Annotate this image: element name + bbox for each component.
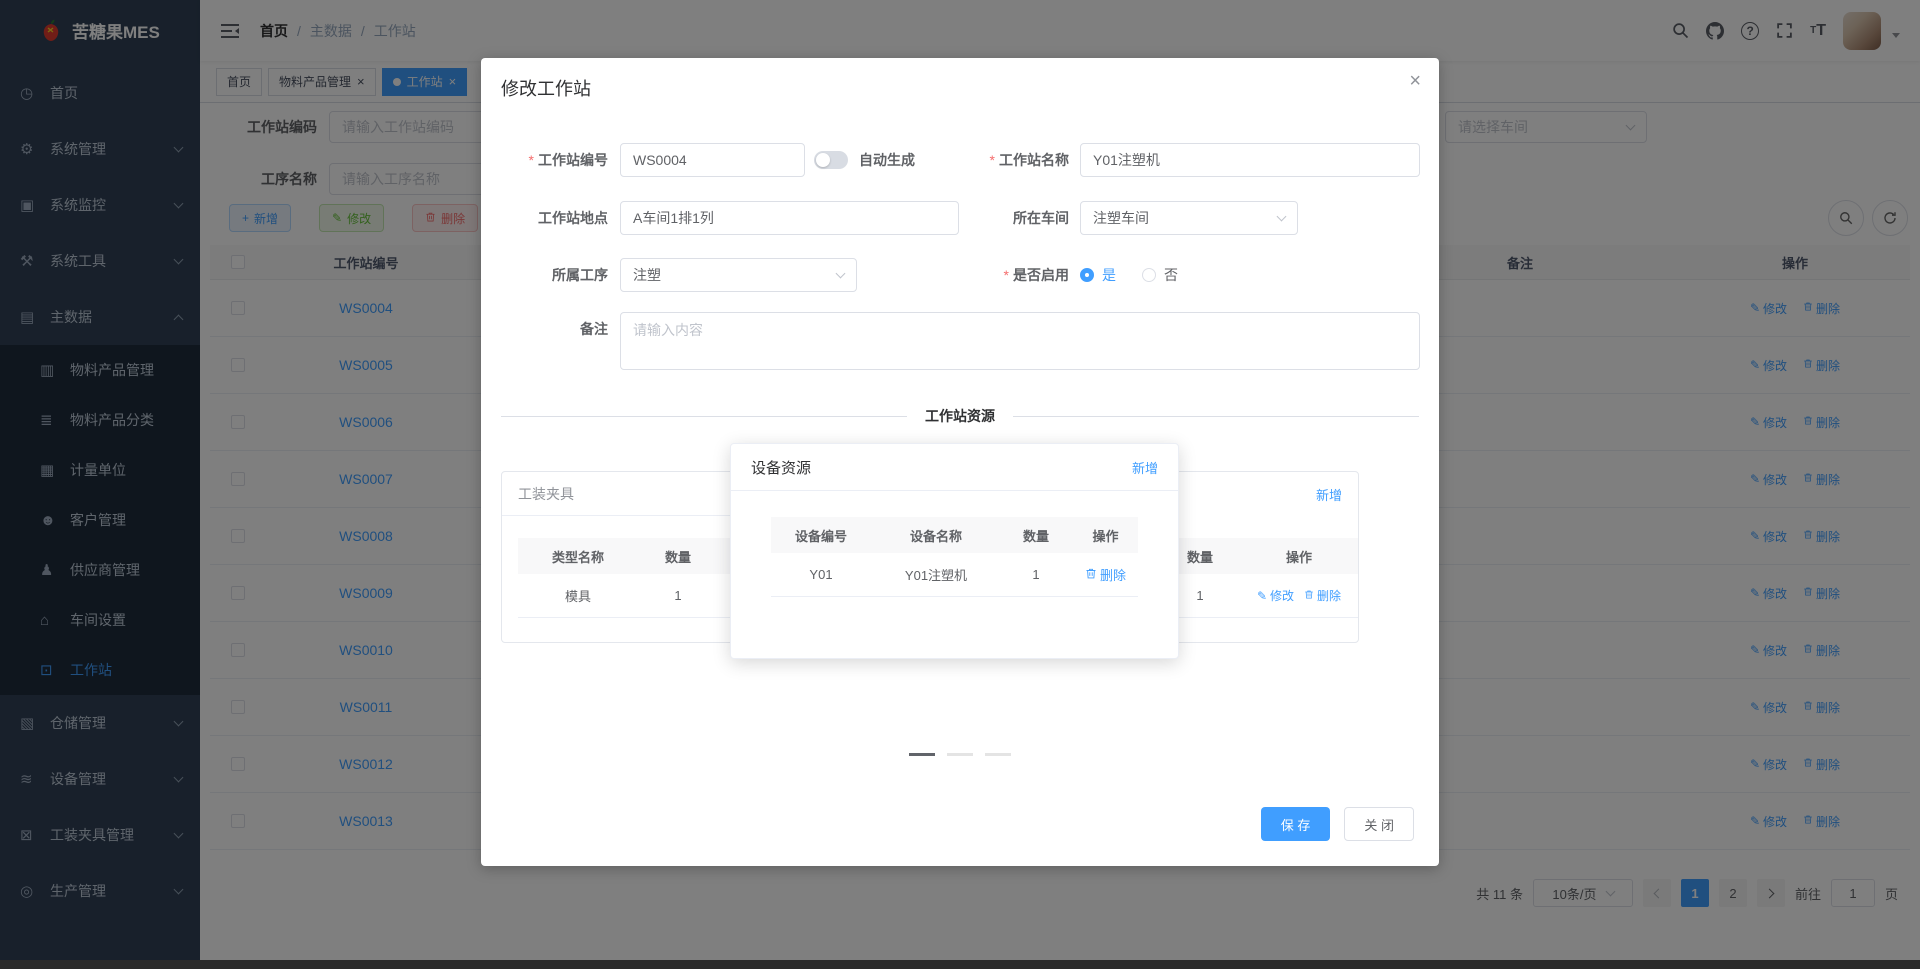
dialog-title: 修改工作站 xyxy=(501,79,591,99)
dialog-workshop-select[interactable]: 注塑车间 xyxy=(1080,201,1298,235)
radio-yes-label: 是 xyxy=(1102,267,1116,283)
radio-dot xyxy=(1080,268,1094,282)
col-qty-header: 数量 xyxy=(1022,528,1049,544)
chevron-down-icon xyxy=(835,268,846,279)
remark-textarea[interactable] xyxy=(620,312,1420,370)
remark-label: 备注 xyxy=(580,321,608,337)
toggle-knob xyxy=(816,153,830,167)
workshop-label: 所在车间 xyxy=(1013,210,1069,226)
trash-icon xyxy=(1085,567,1097,583)
col-type-header: 类型名称 xyxy=(551,549,604,565)
enabled-radio-group: 是 否 xyxy=(1080,258,1178,292)
required-asterisk: * xyxy=(528,152,534,168)
right-card-table-header: 数量 操作 xyxy=(1160,538,1358,574)
equipment-card-title: 设备资源 xyxy=(751,459,812,477)
resources-divider-label: 工作站资源 xyxy=(907,406,1013,426)
process-label: 所属工序 xyxy=(552,267,608,283)
col-equip-name-header: 设备名称 xyxy=(909,528,962,544)
right-edit-label: 修改 xyxy=(1270,589,1295,603)
pencil-icon: ✎ xyxy=(1256,588,1268,603)
code-label: * 工作站编号 xyxy=(528,152,608,168)
right-delete-label: 删除 xyxy=(1317,589,1342,603)
dialog-process-select[interactable]: 注塑 xyxy=(620,258,857,292)
required-asterisk: * xyxy=(989,152,995,168)
equip-code-cell: Y01 xyxy=(809,567,833,582)
chevron-down-icon xyxy=(1276,211,1287,222)
fixture-qty-cell: 1 xyxy=(674,588,682,603)
col-action-header: 操作 xyxy=(1092,528,1119,544)
right-edit-link[interactable]: ✎ 修改 xyxy=(1257,587,1294,604)
save-button[interactable]: 保 存 xyxy=(1260,807,1331,841)
resources-divider: 工作站资源 xyxy=(501,406,1419,428)
equipment-table-row: Y01 Y01注塑机 1 删除 xyxy=(771,553,1138,597)
autogen-label: 自动生成 xyxy=(859,152,915,168)
carousel-indicator-3[interactable] xyxy=(985,753,1011,756)
name-label: * 工作站名称 xyxy=(989,152,1069,168)
fixture-type-cell: 模具 xyxy=(564,589,591,604)
equip-name-cell: Y01注塑机 xyxy=(904,568,968,583)
equipment-add-link[interactable]: 新增 xyxy=(1132,458,1158,477)
right-delete-link[interactable]: 删除 xyxy=(1304,587,1341,604)
radio-dot xyxy=(1142,268,1156,282)
radio-no[interactable]: 否 xyxy=(1142,265,1178,285)
location-label: 工作站地点 xyxy=(538,210,608,226)
equipment-table-header: 设备编号 设备名称 数量 操作 xyxy=(771,517,1138,553)
workshop-select-value: 注塑车间 xyxy=(1093,210,1149,226)
trash-icon xyxy=(1304,589,1314,603)
equipment-table: 设备编号 设备名称 数量 操作 Y01 Y01注塑机 1 删除 xyxy=(771,517,1138,597)
required-asterisk: * xyxy=(1003,267,1009,283)
radio-no-label: 否 xyxy=(1164,267,1178,283)
close-button[interactable]: 关 闭 xyxy=(1344,807,1414,841)
edit-workstation-dialog: 修改工作站 × *工作站编号 自动生成 *工作站名称 工作站地点 所在车间 注塑… xyxy=(481,58,1439,866)
radio-yes[interactable]: 是 xyxy=(1080,265,1116,285)
col-action-header: 操作 xyxy=(1285,549,1312,565)
carousel-indicator-2[interactable] xyxy=(947,753,973,756)
location-input[interactable] xyxy=(620,201,959,235)
enabled-label: * 是否启用 xyxy=(1003,267,1069,283)
equip-delete-link[interactable]: 删除 xyxy=(1085,565,1126,584)
equip-delete-label: 删除 xyxy=(1099,568,1126,583)
name-input[interactable] xyxy=(1080,143,1420,177)
autogen-toggle[interactable] xyxy=(814,151,848,169)
process-select-value: 注塑 xyxy=(633,267,661,283)
right-card-add-link[interactable]: 新增 xyxy=(1316,485,1342,504)
carousel-indicator-1[interactable] xyxy=(909,753,935,756)
equipment-resource-card: 设备资源 新增 设备编号 设备名称 数量 操作 Y01 Y01注塑机 1 删除 xyxy=(730,443,1179,659)
right-card-table: 数量 操作 1 ✎ 修改 删除 xyxy=(1160,538,1358,618)
code-input[interactable] xyxy=(620,143,805,177)
col-qty-header: 数量 xyxy=(664,549,691,565)
dialog-close-icon[interactable]: × xyxy=(1409,70,1421,93)
right-card-row: 1 ✎ 修改 删除 xyxy=(1160,574,1358,618)
equip-qty-cell: 1 xyxy=(1032,567,1040,582)
dialog-footer: 保 存 关 闭 xyxy=(1260,807,1414,841)
col-equip-code-header: 设备编号 xyxy=(794,528,847,544)
carousel-indicators xyxy=(909,753,1011,756)
